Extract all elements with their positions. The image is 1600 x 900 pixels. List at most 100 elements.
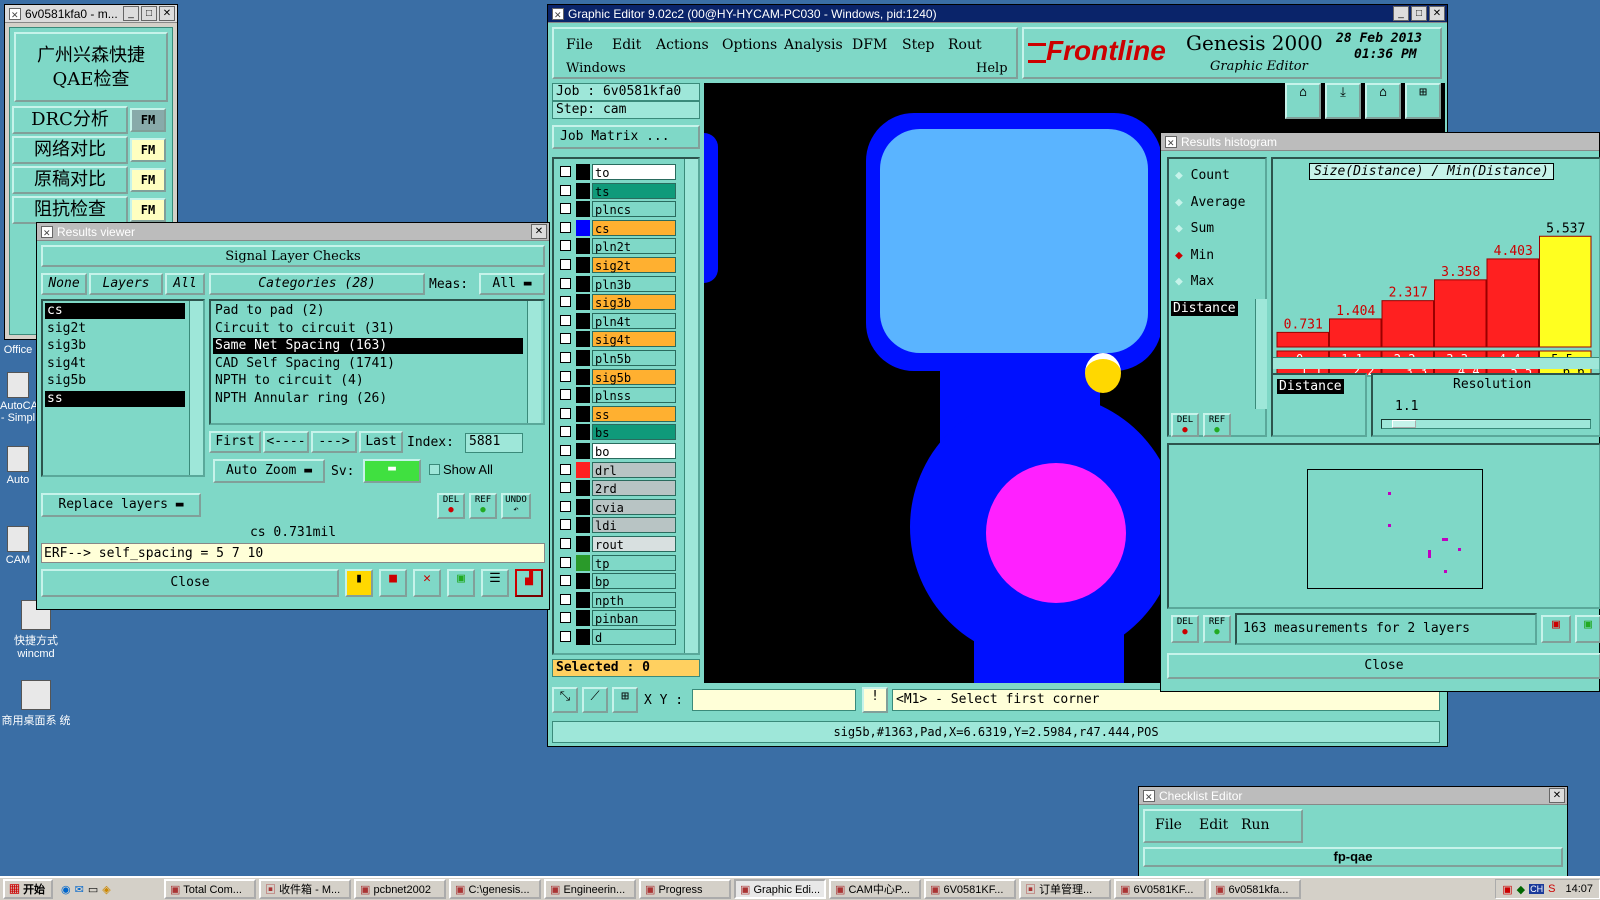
tool-button-2[interactable]: ⤓ [1325, 83, 1361, 119]
histogram-bar[interactable] [1381, 300, 1434, 348]
option-count[interactable]: ◆ Count [1175, 167, 1230, 185]
layer-name[interactable]: to [592, 164, 676, 180]
minimize-button[interactable]: _ [1393, 6, 1409, 21]
viewer-tool-5[interactable]: ☰ [481, 569, 509, 597]
viewer-tool-2[interactable]: ■ [379, 569, 407, 597]
result-layer-item[interactable]: sig4t [45, 356, 185, 372]
taskbar-task[interactable]: ▣ 6v0581kfa... [1209, 879, 1301, 899]
close-button[interactable]: ✕ [531, 224, 547, 239]
layer-name[interactable]: sig2t [592, 257, 676, 273]
layer-row-to[interactable]: to [558, 163, 676, 181]
layer-row-ss[interactable]: ss [558, 405, 676, 423]
hist-del-button-1[interactable]: DEL ● [1171, 413, 1199, 437]
close-button[interactable]: ✕ [1429, 6, 1445, 21]
layer-color-swatch[interactable] [576, 536, 590, 552]
category-item[interactable]: Circuit to circuit (31) [213, 321, 523, 337]
result-layer-item[interactable]: sig2t [45, 321, 185, 337]
auto-zoom-select[interactable]: Auto Zoom ▬ [213, 459, 325, 483]
volume-icon[interactable]: ◆ [1517, 883, 1525, 896]
layer-checkbox[interactable] [560, 314, 571, 326]
layer-name[interactable]: bs [592, 424, 676, 441]
layer-color-swatch[interactable] [576, 368, 590, 385]
ie-icon[interactable]: ◉ [61, 883, 71, 896]
layer-name[interactable]: sig5b [592, 368, 676, 385]
layer-name[interactable]: plncs [592, 201, 676, 218]
layer-color-swatch[interactable] [576, 554, 590, 571]
next-button[interactable]: ---> [311, 431, 357, 453]
result-layer-item[interactable]: cs [45, 303, 185, 319]
layer-checkbox[interactable] [560, 500, 571, 512]
layer-name[interactable]: tp [592, 554, 676, 571]
histogram-bar[interactable] [1539, 235, 1592, 348]
menu-rout[interactable]: Rout [948, 37, 982, 53]
job-matrix-button[interactable]: Job Matrix ... [552, 125, 700, 149]
result-layer-item[interactable]: sig3b [45, 338, 185, 354]
chart-scrollbar[interactable] [1273, 357, 1599, 369]
ime-icon[interactable]: CH [1529, 884, 1545, 894]
layer-list-scrollbar[interactable] [189, 301, 203, 475]
snap-tool-button[interactable]: ⊞ [612, 687, 638, 713]
layer-color-swatch[interactable] [576, 331, 590, 348]
layer-color-swatch[interactable] [576, 517, 590, 534]
graphic-editor-titlebar[interactable]: Graphic Editor 9.02c2 (00@HY-HYCAM-PC030… [548, 5, 1447, 24]
slider-handle[interactable] [1392, 420, 1416, 428]
menu-file[interactable]: File [1155, 817, 1182, 833]
none-button[interactable]: None [41, 273, 87, 295]
hist-ref-button-1[interactable]: REF ● [1203, 413, 1231, 437]
hist-tool-button-1[interactable]: ▣ [1541, 615, 1571, 643]
first-button[interactable]: First [209, 431, 261, 453]
taskbar-task[interactable]: ▣ pcbnet2002 [354, 879, 446, 899]
layer-checkbox[interactable] [560, 575, 571, 587]
layer-checkbox[interactable] [560, 519, 571, 531]
layer-checkbox[interactable] [560, 426, 571, 438]
layer-row-d[interactable]: d [558, 628, 676, 646]
qae-fm-button[interactable]: FM [130, 138, 166, 162]
zoom-tool-button[interactable]: ⤡ [552, 687, 578, 713]
viewer-tool-3[interactable]: ✕ [413, 569, 441, 597]
layer-checkbox[interactable] [560, 593, 571, 605]
del-button[interactable]: DEL ● [437, 493, 465, 519]
tool-button-4[interactable]: ⊞ [1405, 83, 1441, 119]
option-min[interactable]: ◆ Min [1175, 247, 1214, 265]
layer-checkbox[interactable] [560, 166, 571, 177]
layer-checkbox[interactable] [560, 370, 571, 382]
layer-color-swatch[interactable] [576, 480, 590, 497]
desktop-icon-auto[interactable]: Auto [0, 446, 36, 486]
categories-scrollbar[interactable] [527, 301, 541, 423]
layer-row-pln5b[interactable]: pln5b [558, 349, 676, 367]
layer-row-ts[interactable]: ts [558, 182, 676, 200]
histogram-button[interactable]: ▟ [515, 569, 543, 597]
last-button[interactable]: Last [359, 431, 403, 453]
qae-item-imp[interactable]: 阻抗检查 [12, 196, 128, 224]
result-layer-item[interactable]: ss [45, 391, 185, 407]
close-button[interactable]: ✕ [159, 6, 175, 21]
layer-checkbox[interactable] [560, 631, 571, 642]
layer-row-sig3b[interactable]: sig3b [558, 293, 676, 311]
layer-color-swatch[interactable] [576, 461, 590, 478]
layer-checkbox[interactable] [560, 240, 571, 252]
results-viewer-titlebar[interactable]: Results viewer ✕ [37, 223, 549, 242]
meas-select[interactable]: All ▬ [479, 273, 545, 295]
media-icon[interactable]: ◈ [102, 883, 110, 896]
close-button[interactable]: ✕ [1549, 788, 1565, 803]
layer-row-sig4t[interactable]: sig4t [558, 330, 676, 348]
qae-fm-button[interactable]: FM [130, 168, 166, 192]
distance-field-2[interactable]: Distance [1277, 379, 1344, 394]
layer-checkbox[interactable] [560, 482, 571, 494]
histogram-bar[interactable] [1486, 258, 1539, 348]
layer-color-swatch[interactable] [576, 387, 590, 404]
alert-button[interactable]: ! [862, 687, 888, 713]
prev-button[interactable]: <---- [263, 431, 309, 453]
qae-item-orig[interactable]: 原稿对比 [12, 166, 128, 194]
layer-color-swatch[interactable] [576, 238, 590, 255]
layer-row-tp[interactable]: tp [558, 554, 676, 572]
histogram-bar[interactable] [1276, 331, 1329, 348]
hist-tool-button-2[interactable]: ▣ [1575, 615, 1600, 643]
resolution-slider[interactable] [1381, 419, 1591, 429]
layer-color-swatch[interactable] [576, 424, 590, 441]
layer-row-pln2t[interactable]: pln2t [558, 237, 676, 255]
desktop-icon[interactable]: ▭ [88, 883, 98, 896]
layer-color-swatch[interactable] [576, 257, 590, 273]
taskbar-task[interactable]: ▣ C:\genesis... [449, 879, 541, 899]
desktop-icon-autocad[interactable]: AutoCA - Simpl [0, 372, 38, 424]
